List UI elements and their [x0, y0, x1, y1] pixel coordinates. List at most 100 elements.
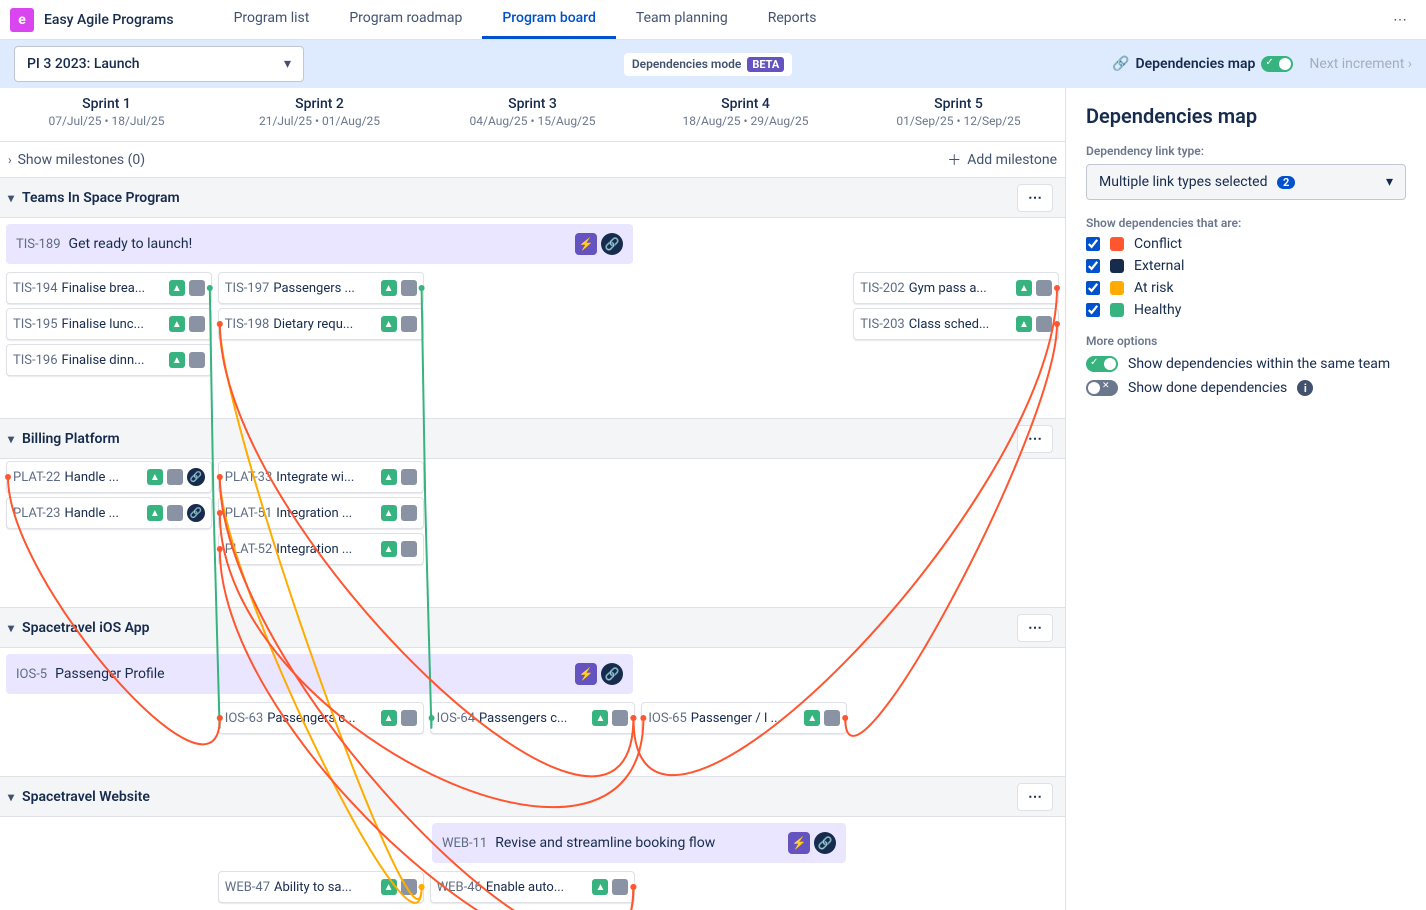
issue-card[interactable]: PLAT-22 Handle ...▲🔗: [6, 461, 212, 493]
swimlane-header[interactable]: ▾Teams In Space Program⋯: [0, 178, 1065, 218]
avatar-placeholder: [167, 505, 183, 521]
story-icon: ▲: [381, 469, 397, 485]
issue-title: Passengers c...: [267, 711, 376, 726]
sprint-column-header: Sprint 304/Aug/25 • 15/Aug/25: [426, 88, 639, 141]
issue-card[interactable]: TIS-197 Passengers ...▲: [218, 272, 424, 304]
epic-icon: ⚡: [575, 663, 597, 685]
show-milestones-button[interactable]: › Show milestones (0): [8, 152, 145, 168]
epic-icon: ⚡: [788, 832, 810, 854]
filter-checkbox[interactable]: [1086, 259, 1100, 273]
link-type-selector[interactable]: Multiple link types selected 2 ▾: [1086, 164, 1406, 200]
swimlane-header[interactable]: ▾Spacetravel iOS App⋯: [0, 608, 1065, 648]
story-icon: ▲: [147, 469, 163, 485]
issue-card[interactable]: PLAT-33 Integrate wi...▲: [218, 461, 424, 493]
issue-title: Class sched...: [909, 317, 1012, 332]
card-row: PLAT-23 Handle ...▲🔗PLAT-51 Integration …: [0, 495, 1065, 531]
issue-card[interactable]: TIS-203 Class sched...▲: [853, 308, 1059, 340]
header-more-button[interactable]: ⋯: [1384, 4, 1416, 36]
filter-at-risk: At risk: [1086, 280, 1406, 296]
avatar-placeholder: [189, 280, 205, 296]
nav-tab-program-board[interactable]: Program board: [482, 0, 616, 39]
add-milestone-button[interactable]: ＋ Add milestone: [947, 150, 1057, 170]
story-icon: ▲: [381, 879, 397, 895]
swimlane-body: TIS-189Get ready to launch!⚡🔗 TIS-194 Fin…: [0, 224, 1065, 419]
dependencies-map-toggle[interactable]: ✓: [1261, 56, 1293, 72]
swimlane-more-button[interactable]: ⋯: [1017, 184, 1053, 212]
avatar-placeholder: [1036, 316, 1052, 332]
sprint-column-header: Sprint 501/Sep/25 • 12/Sep/25: [852, 88, 1065, 141]
issue-key: PLAT-51: [225, 506, 272, 521]
color-swatch: [1110, 237, 1124, 251]
issue-key: IOS-64: [437, 711, 475, 726]
filter-checkbox[interactable]: [1086, 281, 1100, 295]
issue-card[interactable]: TIS-202 Gym pass a...▲: [853, 272, 1059, 304]
avatar-placeholder: [612, 879, 628, 895]
issue-key: TIS-202: [860, 281, 905, 296]
issue-card[interactable]: WEB-46 Enable auto...▲: [430, 871, 636, 903]
nav-tab-program-roadmap[interactable]: Program roadmap: [329, 0, 482, 39]
issue-card[interactable]: TIS-194 Finalise brea...▲: [6, 272, 212, 304]
swimlane-header[interactable]: ▾Spacetravel Website⋯: [0, 777, 1065, 817]
more-options-label: More options: [1086, 334, 1406, 348]
swimlane-body: WEB-11Revise and streamline booking flow…: [0, 823, 1065, 910]
issue-title: Integration ...: [276, 542, 376, 557]
issue-key: TIS-197: [225, 281, 270, 296]
avatar-placeholder: [1036, 280, 1052, 296]
filter-healthy: Healthy: [1086, 302, 1406, 318]
color-swatch: [1110, 259, 1124, 273]
opt-done-toggle[interactable]: ✕: [1086, 380, 1118, 396]
issue-title: Dietary requ...: [273, 317, 376, 332]
nav-tab-reports[interactable]: Reports: [748, 0, 837, 39]
issue-title: Finalise lunc...: [62, 317, 165, 332]
board-area: Sprint 107/Jul/25 • 18/Jul/25Sprint 221/…: [0, 88, 1066, 910]
issue-card[interactable]: PLAT-52 Integration ...▲: [218, 533, 424, 565]
avatar-placeholder: [401, 879, 417, 895]
story-icon: ▲: [592, 879, 608, 895]
story-icon: ▲: [804, 710, 820, 726]
color-swatch: [1110, 303, 1124, 317]
feature-bar[interactable]: TIS-189Get ready to launch!⚡🔗: [6, 224, 633, 264]
issue-card[interactable]: TIS-196 Finalise dinn...▲: [6, 344, 212, 376]
opt-done-row: ✕ Show done dependencies i: [1086, 380, 1406, 396]
feature-bar[interactable]: WEB-11Revise and streamline booking flow…: [432, 823, 846, 863]
chevron-down-icon: ▾: [8, 790, 14, 804]
filter-checkbox[interactable]: [1086, 237, 1100, 251]
issue-card[interactable]: WEB-47 Ability to sa...▲: [218, 871, 424, 903]
link-icon[interactable]: 🔗: [187, 504, 205, 522]
link-icon[interactable]: 🔗: [601, 233, 623, 255]
swimlane-more-button[interactable]: ⋯: [1017, 783, 1053, 811]
issue-key: TIS-203: [860, 317, 905, 332]
issue-card[interactable]: IOS-65 Passenger / I ...▲: [641, 702, 847, 734]
opt-same-team-toggle[interactable]: ✓: [1086, 356, 1118, 372]
link-icon[interactable]: 🔗: [601, 663, 623, 685]
issue-card[interactable]: IOS-64 Passengers c...▲: [430, 702, 636, 734]
swimlane-header[interactable]: ▾Billing Platform⋯: [0, 419, 1065, 459]
story-icon: ▲: [381, 280, 397, 296]
issue-key: PLAT-52: [225, 542, 272, 557]
issue-card[interactable]: IOS-63 Passengers c...▲: [218, 702, 424, 734]
card-row: TIS-196 Finalise dinn...▲: [0, 342, 1065, 378]
dependencies-sidebar: Dependencies map Dependency link type: M…: [1066, 88, 1426, 910]
pi-selector[interactable]: PI 3 2023: Launch ▾: [14, 46, 304, 82]
issue-card[interactable]: TIS-195 Finalise lunc...▲: [6, 308, 212, 340]
nav-tab-team-planning[interactable]: Team planning: [616, 0, 748, 39]
dependencies-map-toggle-group: 🔗 Dependencies map ✓: [1112, 56, 1293, 72]
swimlane-more-button[interactable]: ⋯: [1017, 614, 1053, 642]
avatar-placeholder: [401, 710, 417, 726]
issue-card[interactable]: TIS-198 Dietary requ...▲: [218, 308, 424, 340]
filter-checkbox[interactable]: [1086, 303, 1100, 317]
issue-card[interactable]: PLAT-23 Handle ...▲🔗: [6, 497, 212, 529]
feature-bar[interactable]: IOS-5Passenger Profile⚡🔗: [6, 654, 633, 694]
app-header: e Easy Agile Programs Program listProgra…: [0, 0, 1426, 40]
feature-title: Passenger Profile: [55, 666, 165, 682]
swimlane-more-button[interactable]: ⋯: [1017, 425, 1053, 453]
info-icon[interactable]: i: [1297, 380, 1313, 396]
link-icon[interactable]: 🔗: [187, 468, 205, 486]
issue-card[interactable]: PLAT-51 Integration ...▲: [218, 497, 424, 529]
story-icon: ▲: [381, 710, 397, 726]
link-icon[interactable]: 🔗: [814, 832, 836, 854]
avatar-placeholder: [401, 469, 417, 485]
sprint-column-header: Sprint 418/Aug/25 • 29/Aug/25: [639, 88, 852, 141]
sprints-header: Sprint 107/Jul/25 • 18/Jul/25Sprint 221/…: [0, 88, 1065, 142]
nav-tab-program-list[interactable]: Program list: [214, 0, 330, 39]
